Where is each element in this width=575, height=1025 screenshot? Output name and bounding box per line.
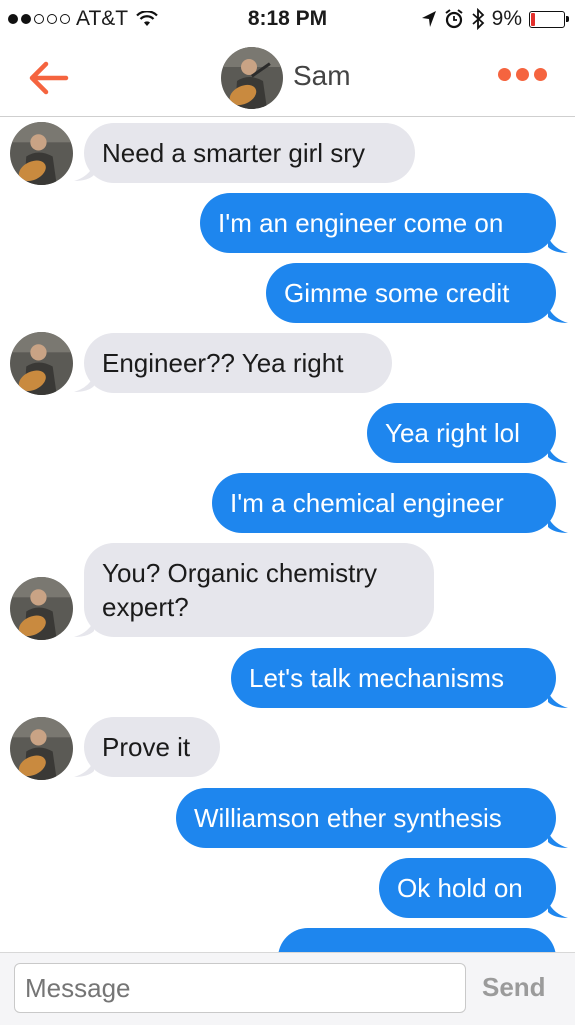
chat-header: Sam [0,40,575,117]
message-text: I'm an engineer come on [200,193,556,253]
bluetooth-icon [472,8,484,30]
message-text: Need a smarter girl sry [84,123,415,183]
arrow-left-icon[interactable] [24,58,72,98]
battery-percent: 9% [491,7,522,30]
message-text: Gimme some credit [266,263,556,323]
bubble-tail [548,832,568,848]
message-text: Prove it [84,717,220,777]
message-text: Yea right lol [367,403,556,463]
composer-bar: Send [0,952,575,1025]
message-text: I'm a chemical engineer [212,473,556,533]
sender-avatar[interactable] [10,717,73,780]
message-text: Engineer?? Yea right [84,333,392,393]
bubble-tail [548,517,568,533]
status-bar: AT&T 8:18 PM 9% [0,0,575,40]
bubble-tail [548,237,568,253]
sender-avatar[interactable] [10,332,73,395]
bubble-tail [548,307,568,323]
message-thread[interactable]: Need a smarter girl sry I'm an engineer … [0,117,575,952]
sender-avatar[interactable] [10,122,73,185]
location-icon [421,11,436,27]
bubble-tail [548,902,568,918]
alarm-icon [445,9,463,29]
message-bubble-partial [278,928,556,952]
bubble-tail [548,447,568,463]
message-input[interactable] [14,963,466,1013]
more-horizontal-icon[interactable] [498,68,547,81]
message-text: Ok hold on [379,858,556,918]
bubble-tail [548,692,568,708]
status-right: 9% [421,7,569,31]
sender-avatar[interactable] [10,577,73,640]
contact-name[interactable]: Sam [293,60,351,92]
battery-icon [529,10,569,28]
message-text: You? Organic chemistry expert? [84,543,434,637]
message-text: Williamson ether synthesis [176,788,556,848]
message-text: Let's talk mechanisms [231,648,556,708]
send-button[interactable]: Send [482,972,546,1003]
contact-avatar[interactable] [221,47,283,109]
